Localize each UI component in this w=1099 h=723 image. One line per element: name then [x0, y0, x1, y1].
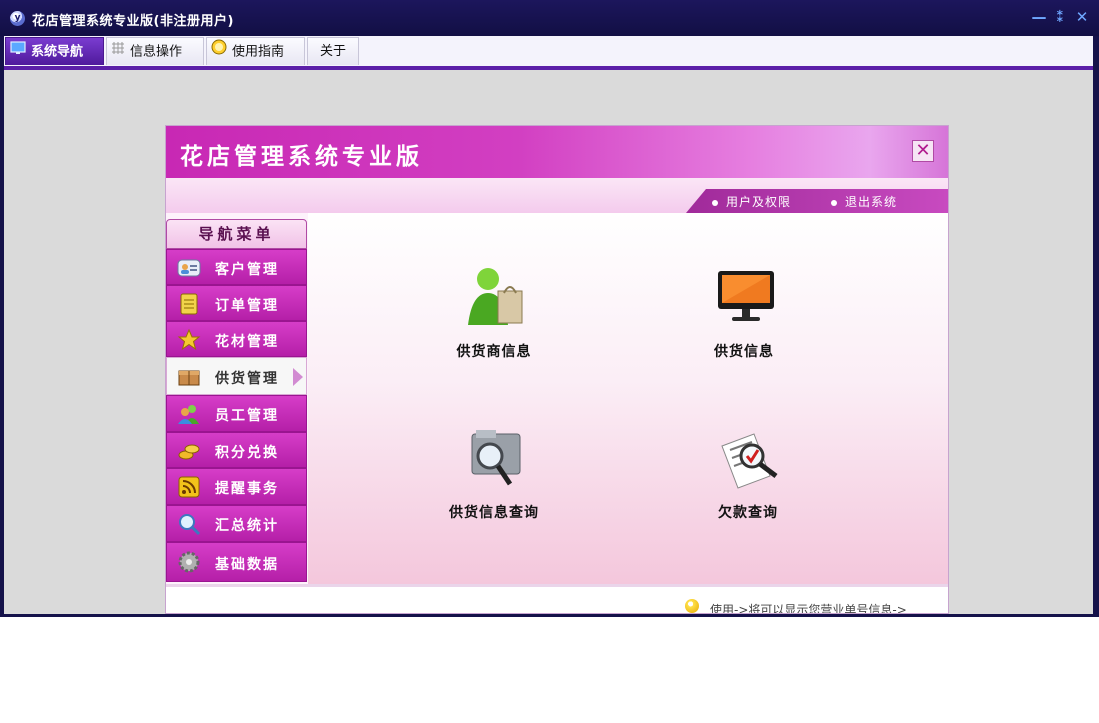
tab-system-navigation[interactable]: 系统导航 — [5, 37, 104, 65]
nav-item-label: 客户管理 — [215, 262, 279, 278]
workspace: 花店管理系统专业版 ✕ 用户及权限 退出系统 导航菜单 客户管理 订单管理 花材… — [4, 70, 1093, 614]
content-area: 供货商信息 供货信息 供货信息查询 欠款查询 — [308, 213, 948, 584]
coins-icon — [177, 439, 201, 463]
bulb-icon — [685, 599, 699, 613]
box-icon — [177, 365, 201, 389]
title-bar[interactable]: y 花店管理系统专业版(非注册用户) — ⁑ ✕ — [0, 0, 1099, 36]
bullet-icon — [712, 199, 718, 206]
nav-item-supply[interactable]: 供货管理 — [166, 357, 307, 395]
clock-icon — [211, 38, 227, 66]
document-search-icon — [718, 426, 782, 490]
nav-item-label: 员工管理 — [215, 408, 279, 424]
panel-banner: 花店管理系统专业版 ✕ — [166, 126, 948, 178]
status-strip: 使用->将可以显示您营业单号信息-> — [166, 584, 948, 614]
nav-item-label: 基础数据 — [215, 557, 279, 573]
nav-item-label: 提醒事务 — [215, 481, 279, 497]
app-window: y 花店管理系统专业版(非注册用户) — ⁑ ✕ 系统导航 信息操作 使用指南 … — [0, 0, 1099, 617]
tile-label: 供货信息查询 — [449, 505, 539, 521]
nav-menu: 导航菜单 客户管理 订单管理 花材管理 供货管理 员工管理 积分兑换 提醒事务 … — [166, 213, 308, 585]
nav-item-customers[interactable]: 客户管理 — [166, 249, 307, 285]
window-title: 花店管理系统专业版(非注册用户) — [32, 14, 234, 29]
tab-label: 使用指南 — [232, 44, 285, 60]
gear-icon — [177, 550, 201, 574]
active-arrow-icon — [293, 368, 303, 386]
nav-item-label: 供货管理 — [215, 371, 279, 387]
user-permissions-link[interactable]: 用户及权限 — [712, 193, 791, 210]
tile-debt-query[interactable]: 欠款查询 — [678, 426, 818, 546]
contacts-icon — [177, 256, 201, 280]
supplier-person-bag-icon — [464, 265, 528, 329]
menu-bar: 系统导航 信息操作 使用指南 关于 — [4, 36, 1093, 70]
nav-item-label: 订单管理 — [215, 298, 279, 314]
star-icon — [177, 328, 201, 352]
nav-item-staff[interactable]: 员工管理 — [166, 395, 307, 432]
restore-button[interactable]: ⁑ — [1052, 9, 1068, 25]
nav-header: 导航菜单 — [166, 219, 307, 249]
minimize-button[interactable]: — — [1031, 9, 1047, 25]
notepad-icon — [177, 292, 201, 316]
magnifier-icon — [177, 512, 201, 536]
tile-label: 欠款查询 — [718, 505, 778, 521]
tab-user-guide[interactable]: 使用指南 — [206, 37, 305, 65]
folder-search-icon — [464, 426, 528, 490]
nav-item-base-data[interactable]: 基础数据 — [166, 542, 307, 582]
users-icon — [177, 402, 201, 426]
panel-close-button[interactable]: ✕ — [912, 140, 934, 162]
close-window-button[interactable]: ✕ — [1074, 9, 1090, 25]
nav-item-label: 汇总统计 — [215, 518, 279, 534]
rss-icon — [177, 475, 201, 499]
tile-supply-info[interactable]: 供货信息 — [674, 265, 814, 385]
link-label: 退出系统 — [845, 195, 898, 209]
grid-icon — [111, 38, 125, 66]
bullet-icon — [831, 199, 837, 206]
nav-item-points[interactable]: 积分兑换 — [166, 432, 307, 468]
tile-supply-query[interactable]: 供货信息查询 — [424, 426, 564, 546]
tab-label: 关于 — [320, 44, 347, 59]
link-label: 用户及权限 — [726, 195, 792, 209]
nav-item-reminders[interactable]: 提醒事务 — [166, 468, 307, 505]
panel-title: 花店管理系统专业版 — [180, 144, 423, 170]
tab-label: 系统导航 — [31, 44, 84, 60]
exit-system-link[interactable]: 退出系统 — [831, 193, 897, 210]
monitor-icon — [714, 265, 778, 329]
tab-info-operations[interactable]: 信息操作 — [106, 37, 204, 65]
tab-label: 信息操作 — [130, 44, 183, 60]
tile-label: 供货商信息 — [456, 344, 532, 360]
nav-item-flowers[interactable]: 花材管理 — [166, 321, 307, 357]
tab-about[interactable]: 关于 — [307, 37, 359, 65]
nav-item-label: 花材管理 — [215, 334, 279, 350]
app-logo-icon: y — [10, 11, 25, 26]
nav-item-label: 积分兑换 — [215, 445, 279, 461]
tile-supplier-info[interactable]: 供货商信息 — [424, 265, 564, 385]
panel-subbar: 用户及权限 退出系统 — [166, 178, 948, 213]
tile-label: 供货信息 — [714, 344, 774, 360]
monitor-icon — [10, 38, 26, 66]
nav-item-orders[interactable]: 订单管理 — [166, 285, 307, 321]
main-panel: 花店管理系统专业版 ✕ 用户及权限 退出系统 导航菜单 客户管理 订单管理 花材… — [165, 125, 949, 614]
status-text: 使用->将可以显示您营业单号信息-> — [710, 603, 907, 614]
nav-item-statistics[interactable]: 汇总统计 — [166, 505, 307, 542]
